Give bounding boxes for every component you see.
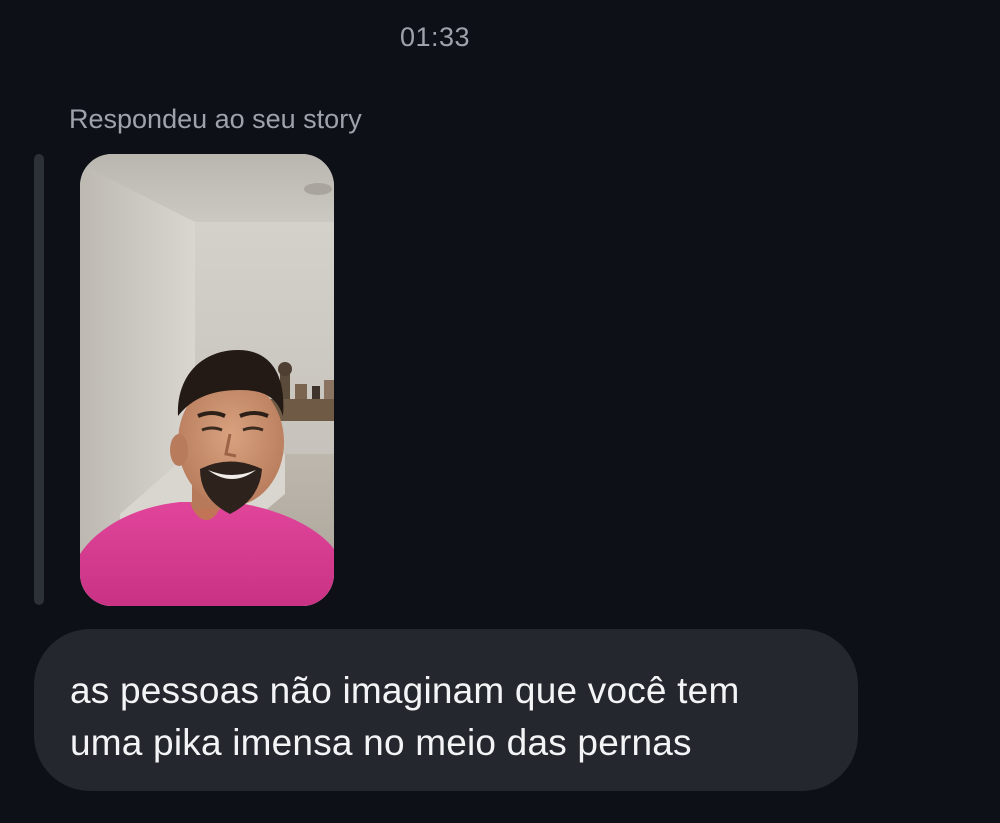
story-thumbnail[interactable]	[80, 154, 334, 606]
reply-indicator-bar	[34, 154, 44, 605]
story-photo-icon	[80, 154, 334, 606]
message-bubble[interactable]: as pessoas não imaginam que você tem uma…	[34, 629, 858, 791]
message-line: uma pika imensa no meio das pernas	[70, 722, 692, 763]
message-timestamp: 01:33	[399, 22, 471, 52]
dm-conversation-screen: 01:33 Respondeu ao seu story as pessoas …	[0, 0, 1000, 823]
message-text: as pessoas não imaginam que você tem uma…	[70, 665, 822, 769]
message-line: as pessoas não imaginam que você tem	[70, 670, 740, 711]
story-reply-label: Respondeu ao seu story	[69, 104, 362, 134]
